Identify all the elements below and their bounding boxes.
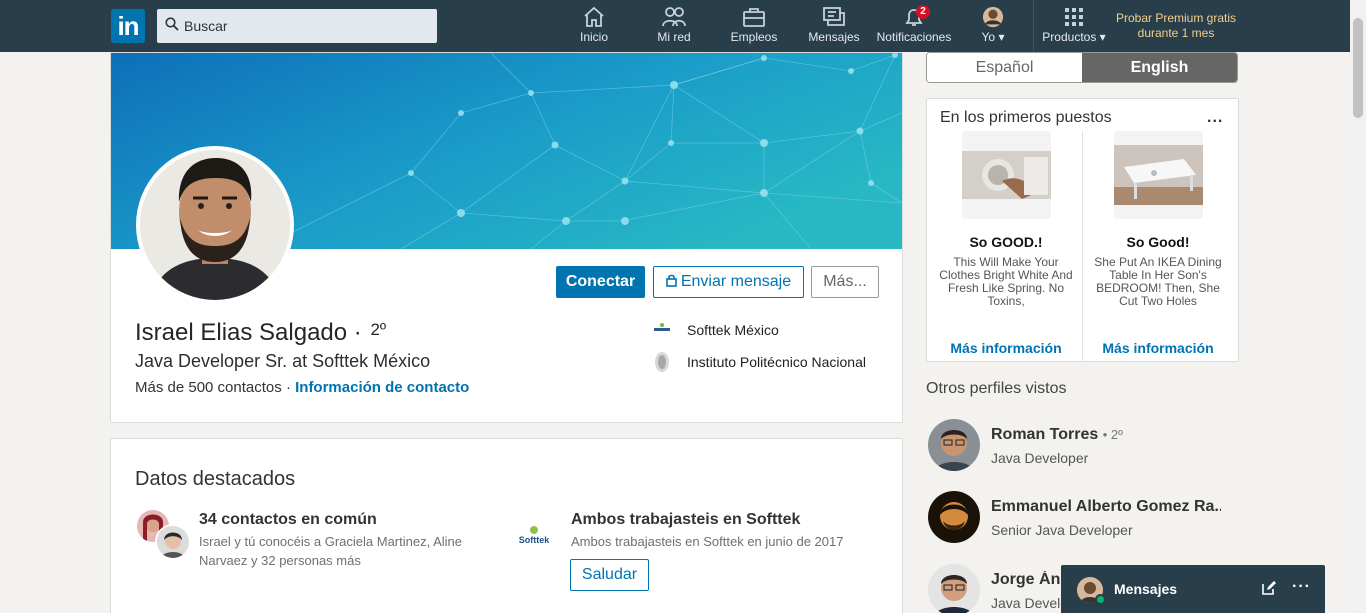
worked-together-title: Ambos trabajasteis en Softtek [571, 511, 801, 528]
network-icon [662, 7, 686, 27]
ad-headline-1: So GOOD.! [969, 234, 1043, 250]
messages-icon [823, 7, 845, 26]
messaging-options-dots[interactable]: ··· [1292, 578, 1311, 596]
common-contact-avatar-2[interactable] [155, 524, 191, 560]
premium-link[interactable]: Probar Premium gratis durante 1 mes [1108, 11, 1244, 41]
nav-jobs-label: Empleos [730, 30, 778, 44]
profile-name: Israel Elias Salgado · 2º [135, 319, 387, 346]
top-navbar: in Inicio Mi red Empleos Mensajes 2 Noti… [0, 0, 1350, 52]
nav-me-label: Yo ▾ [981, 30, 1005, 44]
profile-card: Conectar Enviar mensaje Más... Israel El… [110, 52, 903, 423]
softtek-logo: Softtek [515, 524, 553, 546]
ad-item-2[interactable]: So Good! She Put An IKEA Dining Table In… [1083, 131, 1233, 361]
person-item[interactable]: Emmanuel Alberto Gomez Ra... Senior Java… [928, 491, 1228, 543]
nav-home-label: Inicio [579, 30, 608, 44]
softtek-logo [651, 319, 673, 339]
nav-jobs[interactable]: Empleos [728, 6, 780, 50]
person-avatar[interactable] [928, 564, 980, 613]
nav-me[interactable]: Yo ▾ [976, 6, 1010, 50]
nav-messages-label: Mensajes [808, 30, 860, 44]
ad-headline-2: So Good! [1126, 234, 1190, 250]
chevron-down-icon: ▾ [1099, 30, 1106, 44]
person-avatar[interactable] [928, 491, 980, 543]
ad-link-1[interactable]: Más información [931, 340, 1081, 356]
common-contacts-desc: Israel y tú conocéis a Graciela Martinez… [199, 534, 463, 568]
ad-image-2[interactable] [1114, 131, 1203, 219]
ipn-logo [655, 352, 669, 372]
nav-divider [1033, 0, 1034, 52]
worked-together-desc: Ambos trabajasteis en Softtek en junio d… [571, 534, 844, 549]
connect-button[interactable]: Conectar [556, 266, 645, 298]
highlights-card: Datos destacados 34 contactos en común I… [110, 438, 903, 613]
person-name: Jorge Áng [991, 571, 1071, 588]
nav-products-label: Productos ▾ [1042, 30, 1106, 44]
grid-icon [1065, 8, 1083, 26]
send-message-button[interactable]: Enviar mensaje [653, 266, 804, 298]
profile-connections: Más de 500 contactos · Información de co… [135, 379, 470, 396]
greet-button[interactable]: Saludar [570, 559, 649, 591]
messaging-bar[interactable]: Mensajes ··· [1061, 565, 1325, 613]
search-box[interactable] [157, 9, 437, 43]
chevron-down-icon: ▾ [998, 30, 1005, 44]
notifications-badge: 2 [916, 5, 930, 19]
nav-network[interactable]: Mi red [650, 6, 698, 50]
ad-item-1[interactable]: So GOOD.! This Will Make Your Clothes Br… [931, 131, 1081, 361]
ad-link-2[interactable]: Más información [1083, 340, 1233, 356]
profile-headline: Java Developer Sr. at Softtek México [135, 351, 431, 371]
ad-image-1[interactable] [962, 131, 1051, 219]
person-name: Roman Torres • 2º [991, 426, 1123, 443]
more-button[interactable]: Más... [811, 266, 879, 298]
nav-notifications-label: Notificaciones [876, 30, 952, 44]
search-icon [165, 17, 179, 31]
nav-messages[interactable]: Mensajes [806, 6, 862, 50]
ad-desc-2: She Put An IKEA Dining Table In Her Son'… [1094, 255, 1222, 308]
person-title: Java Develo [991, 595, 1069, 611]
search-input[interactable] [184, 9, 429, 43]
common-contacts-title[interactable]: 34 contactos en común [199, 511, 377, 529]
messaging-label[interactable]: Mensajes [1114, 581, 1177, 597]
send-message-label: Enviar mensaje [680, 272, 792, 290]
person-name: Emmanuel Alberto Gomez Ra... [991, 498, 1221, 515]
person-title: Java Developer [991, 450, 1089, 466]
nav-products[interactable]: Productos ▾ [1036, 6, 1112, 50]
language-es[interactable]: Español [927, 53, 1082, 82]
highlights-title: Datos destacados [135, 468, 296, 490]
ad-card: En los primeros puestos ... So GOOD.! Th… [926, 98, 1239, 362]
nav-network-label: Mi red [657, 30, 691, 44]
person-avatar[interactable] [928, 419, 980, 471]
profile-avatar[interactable] [136, 146, 294, 304]
online-status-dot [1095, 594, 1106, 605]
ad-title: En los primeros puestos [940, 109, 1112, 126]
avatar [982, 6, 1004, 28]
language-switch[interactable]: Español English [926, 52, 1238, 83]
lock-icon [666, 274, 677, 292]
nav-notifications[interactable]: 2 Notificaciones [874, 5, 954, 50]
nav-home[interactable]: Inicio [572, 6, 616, 50]
briefcase-icon [743, 8, 765, 27]
ad-desc-1: This Will Make Your Clothes Bright White… [939, 255, 1073, 308]
scrollbar-thumb[interactable] [1353, 18, 1363, 118]
linkedin-logo[interactable]: in [111, 9, 145, 43]
person-item[interactable]: Roman Torres • 2º Java Developer [928, 419, 1228, 471]
person-title: Senior Java Developer [991, 522, 1133, 538]
ad-options-dots[interactable]: ... [1207, 109, 1223, 127]
language-en[interactable]: English [1082, 53, 1237, 82]
scrollbar[interactable] [1350, 0, 1366, 613]
compose-icon[interactable] [1261, 580, 1277, 596]
contact-info-link[interactable]: Información de contacto [295, 379, 469, 396]
connection-degree: 2º [370, 320, 387, 339]
home-icon [584, 6, 604, 27]
others-viewed-title: Otros perfiles vistos [926, 380, 1067, 397]
